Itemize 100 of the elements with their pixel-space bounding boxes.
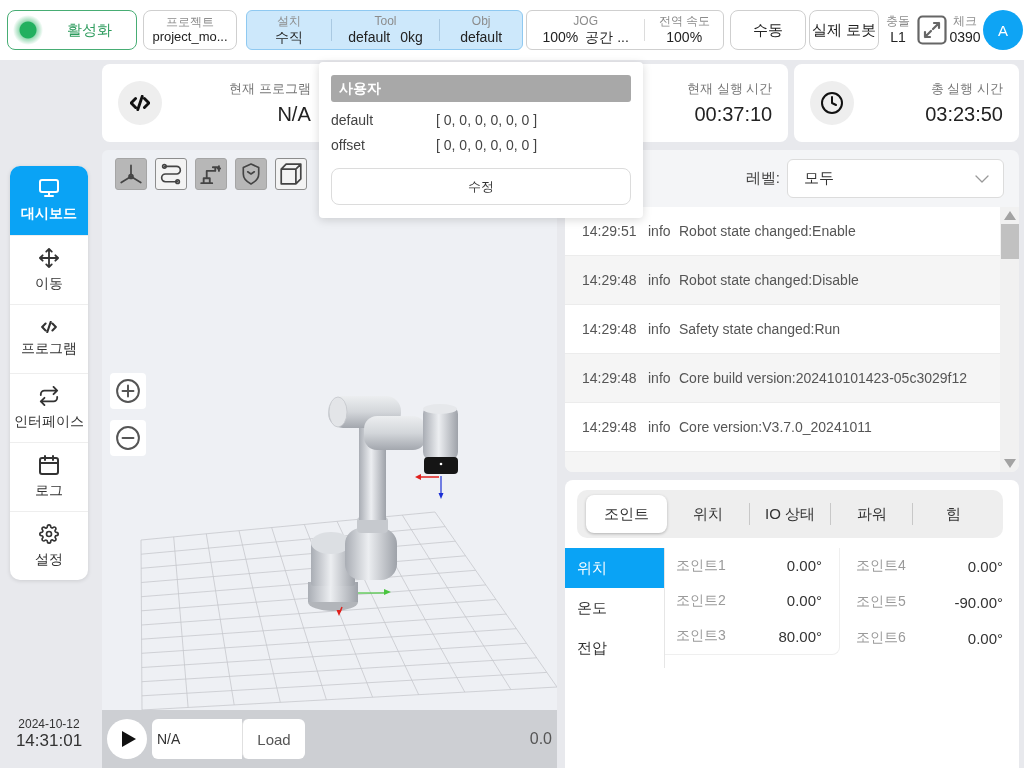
tab[interactable]: 위치 <box>667 495 749 533</box>
setting-value: default <box>348 28 391 46</box>
check-value: 0390 <box>949 28 981 46</box>
setting-label: Obj <box>471 14 491 29</box>
curve-path-icon <box>160 163 182 185</box>
view-toggle-button[interactable] <box>275 158 307 190</box>
zoom-in-button[interactable] <box>110 373 146 409</box>
sidebar-item[interactable]: 인터페이스 <box>10 373 88 442</box>
jog-mode-value: 공간 ... <box>585 28 629 46</box>
collision-label: 충돌 <box>886 14 910 29</box>
sidebar-item[interactable]: 이동 <box>10 235 88 304</box>
calendar-icon <box>39 454 59 475</box>
card-label: 현재 실행 시간 <box>687 80 773 98</box>
chevron-down-icon <box>975 174 989 183</box>
play-icon <box>121 731 136 747</box>
move-icon <box>39 247 59 268</box>
edit-button[interactable]: 수정 <box>331 168 631 205</box>
log-level: info <box>648 272 672 288</box>
frame-value: [ 0, 0, 0, 0, 0, 0 ] <box>436 136 538 153</box>
joint-value: 0.00° <box>786 557 822 575</box>
category-item[interactable]: 전압 <box>565 628 664 668</box>
program-field[interactable]: N/A <box>152 719 242 759</box>
setting-value: 100% <box>542 28 579 46</box>
log-message: Core build version:202410101423-05c3029f12 <box>679 370 967 386</box>
card-value: N/A <box>277 103 311 126</box>
tab[interactable]: 힘 <box>913 495 994 533</box>
frame-value: [ 0, 0, 0, 0, 0, 0 ] <box>436 111 538 128</box>
joint-label: 조인트2 <box>676 592 726 610</box>
level-select[interactable]: 모두 <box>787 159 1004 198</box>
joint-label: 조인트5 <box>856 593 906 611</box>
installation-selector[interactable]: 설치 수직 Tool default 0kg Obj default <box>246 10 523 50</box>
setting-label: Tool <box>374 14 397 29</box>
joint-value: 0.00° <box>967 629 1003 647</box>
log-level: info <box>648 321 672 337</box>
sidebar-item[interactable]: 설정 <box>10 511 88 580</box>
code-icon <box>118 81 162 125</box>
shield-icon <box>240 163 262 185</box>
gear-icon <box>39 523 59 544</box>
joint-label: 조인트4 <box>856 557 906 575</box>
log-level: info <box>648 419 672 435</box>
view-toggle-button[interactable] <box>235 158 267 190</box>
project-button[interactable]: 프로젝트 project_mo... <box>143 10 237 50</box>
joint-value: -90.00° <box>954 593 1003 611</box>
view-toggle-button[interactable] <box>195 158 227 190</box>
joint-label: 조인트6 <box>856 629 906 647</box>
collision-value: L1 <box>890 28 906 46</box>
log-time: 14:29:48 <box>582 419 638 435</box>
repeat-icon <box>39 385 59 406</box>
sidebar-item[interactable]: 프로그램 <box>10 304 88 373</box>
minus-circle-icon <box>116 426 140 450</box>
setting-value: 수직 <box>274 28 303 46</box>
card-value: 00:37:10 <box>694 103 773 126</box>
mode-button[interactable]: 수동 <box>730 10 806 50</box>
zoom-out-button[interactable] <box>110 420 146 456</box>
frame-name: default <box>331 111 375 128</box>
check-label: 체크 <box>953 14 977 29</box>
cube-icon <box>280 163 302 185</box>
log-level: info <box>648 223 672 239</box>
setting-label: JOG <box>573 14 599 29</box>
tab[interactable]: IO 상태 <box>749 495 831 533</box>
tab[interactable]: 조인트 <box>586 495 667 533</box>
view-toggle-button[interactable] <box>115 158 147 190</box>
setting-label: 설치 <box>276 14 301 29</box>
log-time: 14:29:48 <box>582 321 638 337</box>
log-message: Safety state changed:Run <box>679 321 841 337</box>
view-toggle-button[interactable] <box>155 158 187 190</box>
popover-title: 사용자 <box>331 75 631 102</box>
joint-value: 0.00° <box>967 557 1003 575</box>
clock-icon <box>810 81 855 125</box>
sidebar-item[interactable]: 로그 <box>10 442 88 511</box>
log-time: 14:29:51 <box>582 223 638 239</box>
joint-label: 조인트3 <box>676 627 726 646</box>
time-text: 14:31:01 <box>15 731 83 751</box>
motion-settings[interactable]: JOG 100% 공간 ... 전역 속도 100% <box>526 10 724 50</box>
card-label: 총 실행 시간 <box>930 80 1003 98</box>
tab[interactable]: 파워 <box>831 495 913 533</box>
monitor-icon <box>39 178 59 198</box>
card-value: 03:23:50 <box>925 103 1003 126</box>
log-message: Robot state changed:Disable <box>679 272 859 288</box>
fullscreen-icon[interactable] <box>917 15 947 45</box>
play-button[interactable] <box>107 719 147 759</box>
log-message: Core version:V3.7.0_20241011 <box>679 419 872 435</box>
payload-value: 0kg <box>400 28 423 46</box>
enable-button[interactable]: 활성화 <box>7 10 137 50</box>
category-item[interactable]: 온도 <box>565 588 664 628</box>
plus-circle-icon <box>116 379 140 403</box>
code-icon <box>41 320 57 333</box>
frame-name: offset <box>331 136 366 153</box>
scrollbar-thumb[interactable] <box>1000 224 1019 259</box>
robot-arm-icon <box>200 163 222 185</box>
log-time: 14:29:48 <box>582 272 638 288</box>
joint-value: 80.00° <box>778 627 822 645</box>
joint-label: 조인트1 <box>676 556 726 575</box>
load-button[interactable]: Load <box>242 719 305 759</box>
log-time: 14:29:48 <box>582 370 638 386</box>
joint-value: 0.00° <box>786 592 822 610</box>
setting-label: 전역 속도 <box>658 14 710 29</box>
card-label: 현재 프로그램 <box>229 80 311 98</box>
date-text: 2024-10-12 <box>18 717 80 731</box>
robot-mode-button[interactable]: 실제 로봇 <box>809 10 879 50</box>
